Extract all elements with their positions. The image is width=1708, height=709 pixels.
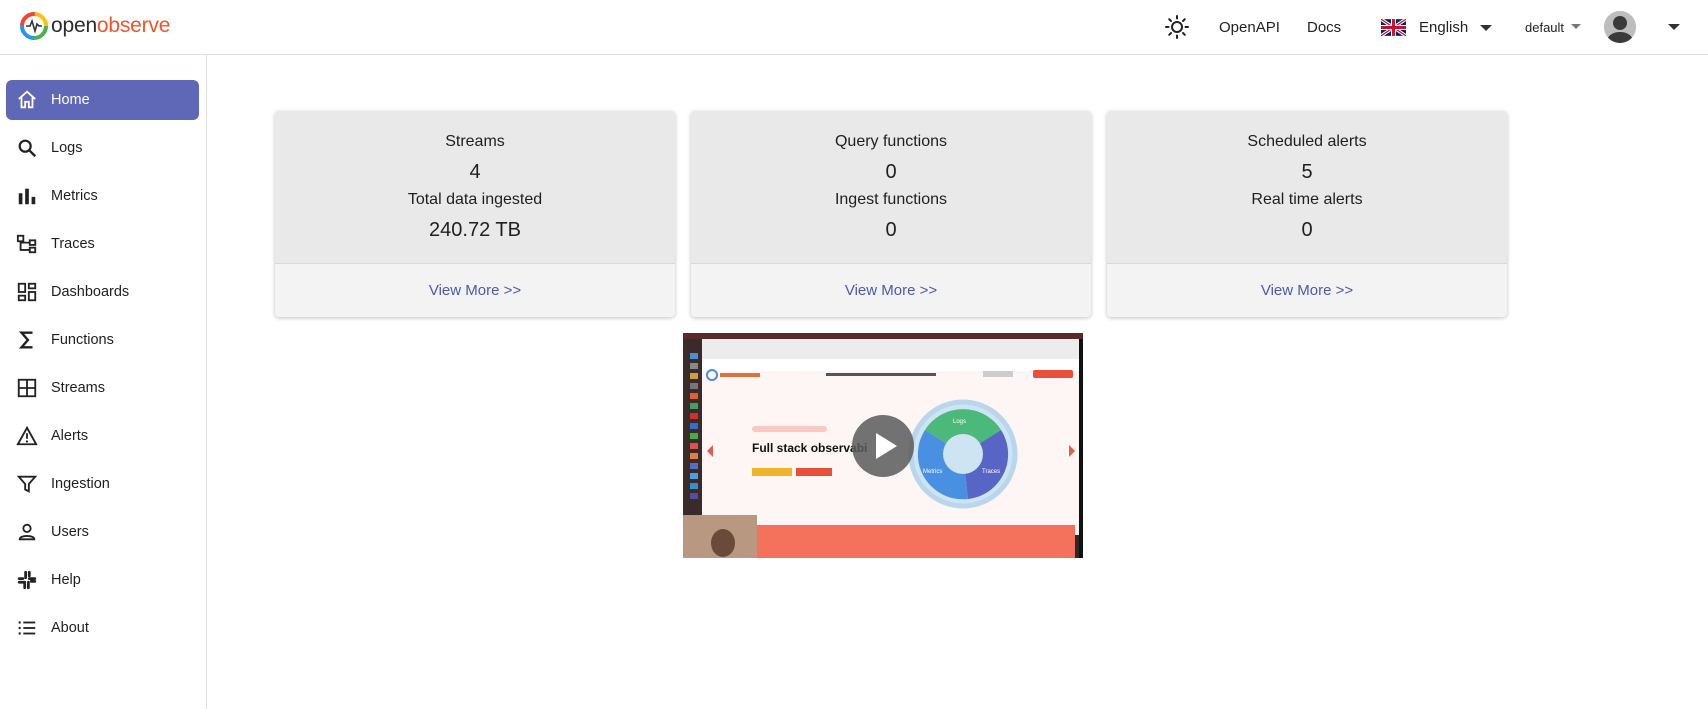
card-label: Ingest functions (834, 191, 948, 208)
sidebar-item-label: Ingestion (51, 476, 110, 492)
sidebar-item-label: Users (51, 524, 89, 540)
streams-summary-card: Streams 4 Total data ingested 240.72 TB … (275, 111, 675, 317)
organization-label: default (1525, 20, 1565, 35)
card-label: Streams (445, 133, 505, 150)
view-more-link[interactable]: View More >> (429, 282, 521, 299)
sidebar-item-label: Traces (51, 236, 95, 252)
avatar[interactable] (1604, 11, 1636, 43)
hierarchy-icon (16, 233, 38, 255)
list-icon (16, 617, 38, 639)
sidebar-item-label: Dashboards (51, 284, 130, 300)
docs-link[interactable]: Docs (1307, 0, 1341, 55)
sidebar-item-metrics[interactable]: Metrics (6, 176, 199, 216)
table-icon (16, 377, 38, 399)
sidebar-item-ingestion[interactable]: Ingestion (6, 464, 199, 504)
sidebar-item-streams[interactable]: Streams (6, 368, 199, 408)
slack-icon (16, 569, 38, 591)
openapi-link[interactable]: OpenAPI (1219, 0, 1280, 55)
language-selector[interactable]: English (1381, 0, 1493, 55)
sidebar-item-alerts[interactable]: Alerts (6, 416, 199, 456)
sidebar-item-label: Help (51, 572, 81, 588)
card-value: 0 (1301, 219, 1313, 241)
card-value: 5 (1301, 161, 1313, 183)
sidebar: Home Logs Metrics Traces Dashboards Func… (0, 55, 207, 709)
user-avatar-icon (1604, 11, 1636, 43)
segment-metrics-label: Metrics (923, 469, 943, 475)
sidebar-item-label: Streams (51, 380, 105, 396)
sidebar-item-about[interactable]: About (6, 608, 199, 648)
sun-icon[interactable] (1165, 15, 1189, 44)
sidebar-item-home[interactable]: Home (6, 80, 199, 120)
organization-selector[interactable]: default (1525, 0, 1582, 55)
user-icon (16, 521, 38, 543)
search-icon (16, 137, 38, 159)
sidebar-item-traces[interactable]: Traces (6, 224, 199, 264)
card-label: Query functions (834, 133, 948, 150)
card-label: Total data ingested (407, 191, 543, 208)
view-more-link[interactable]: View More >> (1261, 282, 1353, 299)
top-header: openobserve OpenAPI Docs English default (0, 0, 1708, 55)
card-value: 240.72 TB (429, 219, 521, 241)
home-icon (16, 89, 38, 111)
functions-summary-card: Query functions 0 Ingest functions 0 Vie… (691, 111, 1091, 317)
segment-traces-label: Traces (982, 469, 1001, 475)
sidebar-item-label: Home (51, 92, 90, 108)
card-label: Real time alerts (1251, 191, 1363, 208)
sidebar-item-label: Logs (51, 140, 83, 156)
play-icon[interactable] (852, 415, 914, 477)
segment-logs-label: Logs (953, 419, 967, 425)
sidebar-item-help[interactable]: Help (6, 560, 199, 600)
bar-chart-icon (16, 185, 38, 207)
chevron-down-icon (1571, 23, 1582, 29)
openobserve-logo-icon (20, 12, 48, 40)
card-label: Scheduled alerts (1247, 133, 1367, 150)
sidebar-item-logs[interactable]: Logs (6, 128, 199, 168)
language-label: English (1419, 19, 1469, 36)
uk-flag-icon (1381, 19, 1406, 36)
openobserve-logo[interactable]: openobserve (19, 11, 170, 41)
sidebar-item-label: Alerts (51, 428, 89, 444)
warning-icon (16, 425, 38, 447)
sidebar-item-label: Metrics (51, 188, 98, 204)
card-value: 4 (469, 161, 481, 183)
alerts-summary-card: Scheduled alerts 5 Real time alerts 0 Vi… (1107, 111, 1507, 317)
card-value: 0 (885, 161, 897, 183)
filter-icon (16, 473, 38, 495)
logo-text: openobserve (51, 14, 171, 37)
card-value: 0 (885, 219, 897, 241)
dashboard-icon (16, 281, 38, 303)
sidebar-item-label: Functions (51, 332, 114, 348)
sidebar-item-dashboards[interactable]: Dashboards (6, 272, 199, 312)
user-menu-chevron-icon[interactable] (1668, 24, 1680, 30)
chevron-down-icon (1480, 24, 1493, 31)
intro-video-player[interactable]: Full stack observabi Logs Metrics Traces (683, 333, 1083, 558)
sigma-icon (16, 329, 38, 351)
sidebar-item-label: About (51, 620, 89, 636)
sidebar-item-functions[interactable]: Functions (6, 320, 199, 360)
sidebar-item-users[interactable]: Users (6, 512, 199, 552)
view-more-link[interactable]: View More >> (845, 282, 937, 299)
